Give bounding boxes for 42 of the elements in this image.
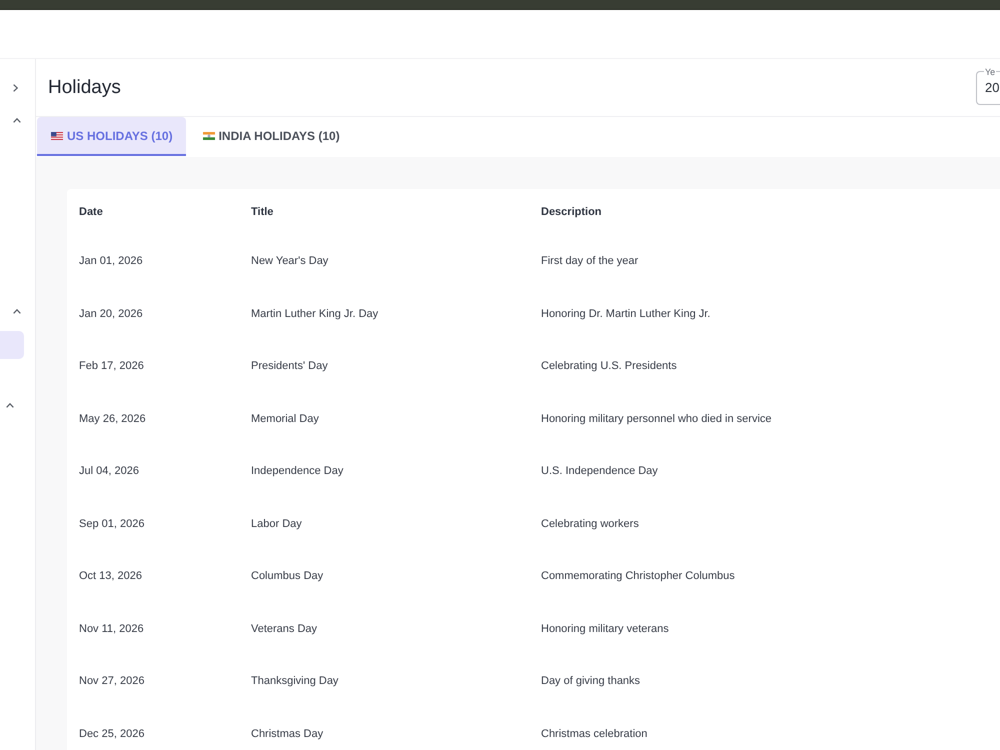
table-cell: Honoring military personnel who died in service	[541, 412, 772, 425]
table-cell: Independence Day	[251, 465, 344, 478]
year-field[interactable]: Ye 20	[976, 66, 1000, 104]
table-cell: Martin Luther King Jr. Day	[251, 308, 378, 320]
table-cell: Jul 04, 2026	[79, 465, 139, 478]
table-cell: Nov 11, 2026	[79, 622, 144, 635]
table-cell: Memorial Day	[251, 412, 319, 425]
table-cell: Honoring Dr. Martin Luther King Jr.	[541, 308, 710, 320]
table-cell: Presidents' Day	[251, 360, 328, 372]
table-cell: May 26, 2026	[79, 412, 146, 425]
table-cell: Sep 01, 2026	[79, 518, 144, 530]
table-cell: First day of the year	[541, 255, 638, 268]
table-cell: New Year's Day	[251, 255, 328, 268]
table-cell: Columbus Day	[251, 570, 324, 582]
chevron-up-icon[interactable]	[13, 308, 21, 314]
table-cell: Jan 20, 2026	[79, 308, 143, 320]
table-cell: Oct 13, 2026	[79, 570, 142, 582]
table-cell: Thanksgiving Day	[251, 675, 338, 688]
table-cell: Jan 01, 2026	[79, 255, 143, 268]
table-cell: Commemorating Christopher Columbus	[541, 570, 735, 582]
column-header: Title	[251, 206, 274, 218]
table-cell: Labor Day	[251, 518, 302, 530]
table-cell: Day of giving thanks	[541, 675, 640, 688]
tab[interactable]: INDIA HOLIDAYS (10)	[188, 117, 353, 156]
table-cell: Christmas celebration	[541, 728, 648, 740]
chevron-up-icon[interactable]	[6, 402, 14, 408]
chevron-right-icon[interactable]	[13, 84, 18, 92]
table-cell: Christmas Day	[251, 728, 324, 740]
table-cell: Celebrating U.S. Presidents	[541, 360, 677, 372]
page-title: Holidays	[48, 76, 121, 98]
table-cell: Dec 25, 2026	[79, 728, 144, 740]
table-cell: Honoring military veterans	[541, 622, 669, 635]
column-header: Date	[79, 206, 103, 218]
table-cell: Veterans Day	[251, 622, 318, 635]
table-cell: U.S. Independence Day	[541, 465, 658, 478]
us-flag-icon	[51, 132, 63, 140]
table-cell: Celebrating workers	[541, 518, 639, 530]
india-flag-icon	[202, 132, 215, 140]
table-cell: Feb 17, 2026	[79, 360, 144, 372]
chevron-up-icon[interactable]	[13, 118, 21, 122]
column-header: Description	[541, 206, 602, 218]
table-cell: Nov 27, 2026	[79, 675, 144, 688]
